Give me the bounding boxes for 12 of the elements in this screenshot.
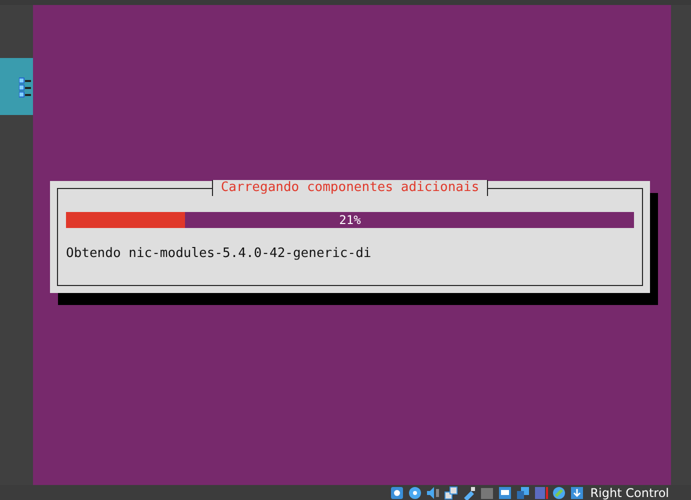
network-icon[interactable] (444, 486, 458, 500)
speaker-icon[interactable] (426, 486, 440, 500)
usb-icon[interactable] (462, 486, 476, 500)
progress-percent: 21% (339, 213, 361, 227)
screens-icon[interactable] (516, 486, 530, 500)
dialog-title: Carregando componentes adicionais (212, 180, 488, 196)
display-icon[interactable] (498, 486, 512, 500)
disc-icon[interactable] (408, 486, 422, 500)
list-icon[interactable] (19, 76, 31, 98)
download-icon[interactable] (570, 486, 584, 500)
host-key-label: Right Control (590, 486, 669, 500)
status-message: Obtendo nic-modules-5.4.0-42-generic-di (66, 246, 372, 261)
